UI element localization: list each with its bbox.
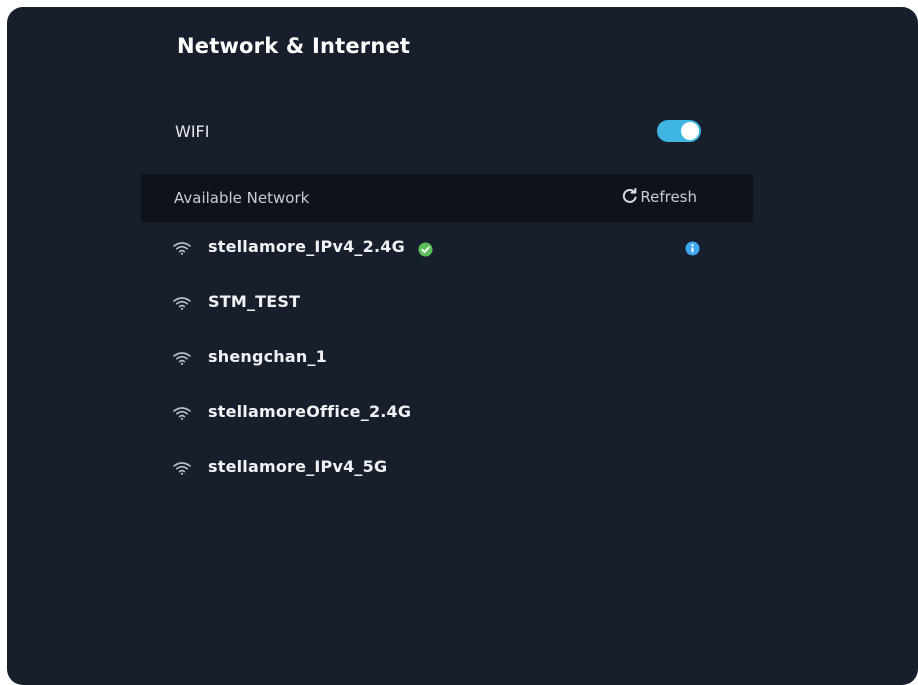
wifi-signal-icon [173,407,191,420]
network-item[interactable]: stellamoreOffice_2.4G [173,388,703,443]
connected-check-icon [418,242,433,257]
network-name: STM_TEST [208,292,301,311]
network-name: stellamore_IPv4_5G [208,457,388,476]
available-network-header: Available Network Refresh [141,174,753,222]
network-list: stellamore_IPv4_2.4G STM_TEST shengchan_1s… [173,223,703,498]
refresh-icon [623,188,637,203]
network-item[interactable]: shengchan_1 [173,333,703,388]
available-network-title: Available Network [174,189,310,207]
wifi-signal-icon [173,352,191,365]
toggle-knob [681,122,699,140]
network-item[interactable]: stellamore_IPv4_5G [173,443,703,498]
wifi-toggle[interactable] [657,120,701,142]
page-title: Network & Internet [177,34,411,58]
network-item[interactable]: STM_TEST [173,278,703,333]
info-icon[interactable] [685,241,700,256]
refresh-label: Refresh [640,188,697,206]
wifi-signal-icon [173,297,191,310]
network-settings-screen: Network & Internet WIFI Available Networ… [7,7,918,685]
network-name: stellamoreOffice_2.4G [208,402,412,421]
network-name: stellamore_IPv4_2.4G [208,237,405,256]
network-name: shengchan_1 [208,347,328,366]
refresh-button[interactable]: Refresh [622,188,697,206]
network-item[interactable]: stellamore_IPv4_2.4G [173,223,703,278]
wifi-row[interactable]: WIFI [175,115,701,149]
wifi-signal-icon [173,462,191,475]
wifi-signal-icon [173,242,191,255]
wifi-label: WIFI [175,122,210,141]
